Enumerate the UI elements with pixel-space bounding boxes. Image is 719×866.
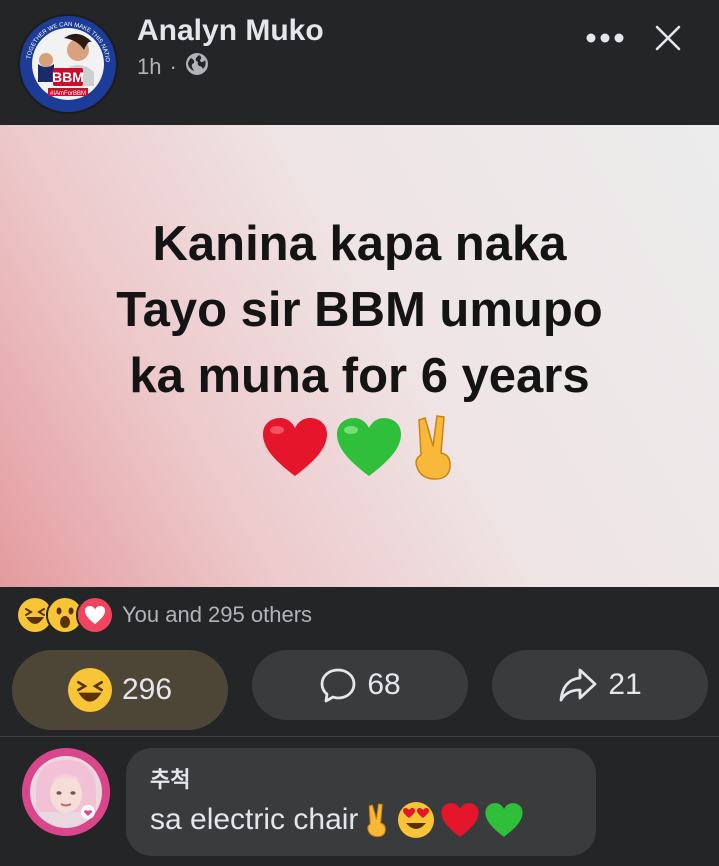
- post-text-background[interactable]: Kanina kapa naka Tayo sir BBM umupo ka m…: [0, 125, 719, 587]
- red-heart-icon: [262, 418, 327, 476]
- close-icon: [655, 25, 681, 51]
- comment-bubble[interactable]: 추척 sa electric chair: [126, 748, 596, 856]
- victory-hand-icon: [367, 803, 387, 837]
- comment-bubble-icon: [320, 668, 356, 703]
- avatar-badge-image: BBM #IAmForBBM TOGETHER WE CAN MAKE THIS…: [20, 16, 116, 112]
- more-options-button[interactable]: [582, 20, 628, 56]
- post-emoji-row: [261, 411, 459, 483]
- green-heart-icon: [485, 803, 523, 837]
- victory-hand-icon: [414, 415, 451, 480]
- post-header: BBM #IAmForBBM TOGETHER WE CAN MAKE THIS…: [0, 0, 719, 125]
- post-time[interactable]: 1h: [137, 54, 161, 80]
- more-dots-icon: [586, 33, 624, 43]
- heart-eyes-icon: [398, 802, 435, 838]
- comments-divider: [0, 736, 719, 737]
- reactions-summary[interactable]: You and 295 others: [0, 588, 719, 642]
- post-author-name[interactable]: Analyn Muko: [137, 14, 324, 48]
- reactions-summary-text: You and 295 others: [122, 602, 313, 627]
- close-button[interactable]: [648, 18, 688, 58]
- comment-text: sa electric chair: [150, 803, 359, 836]
- comment-button[interactable]: 68: [252, 650, 468, 720]
- haha-icon: [67, 668, 112, 712]
- comment-body: sa electric chair: [150, 800, 524, 840]
- post-meta: 1h ·: [137, 52, 209, 82]
- post-text: Kanina kapa naka Tayo sir BBM umupo ka m…: [116, 217, 603, 403]
- reaction-icons: [16, 596, 114, 634]
- comment-author[interactable]: 추척: [150, 762, 190, 794]
- red-heart-icon: [441, 803, 479, 837]
- share-count: 21: [608, 668, 642, 701]
- globe-icon: [185, 52, 209, 82]
- comment-count: 68: [367, 668, 401, 701]
- meta-separator: ·: [169, 54, 177, 79]
- author-avatar[interactable]: BBM #IAmForBBM TOGETHER WE CAN MAKE THIS…: [18, 14, 118, 114]
- svg-text:#IAmForBBM: #IAmForBBM: [50, 91, 86, 97]
- commenter-avatar[interactable]: [22, 748, 110, 836]
- react-button[interactable]: 296: [12, 650, 228, 730]
- green-heart-icon: [336, 418, 401, 476]
- share-button[interactable]: 21: [492, 650, 708, 720]
- svg-text:BBM: BBM: [52, 69, 84, 85]
- commenter-avatar-image: [22, 748, 110, 836]
- love-icon: [76, 596, 114, 634]
- react-count: 296: [121, 673, 173, 706]
- share-arrow-icon: [559, 668, 597, 702]
